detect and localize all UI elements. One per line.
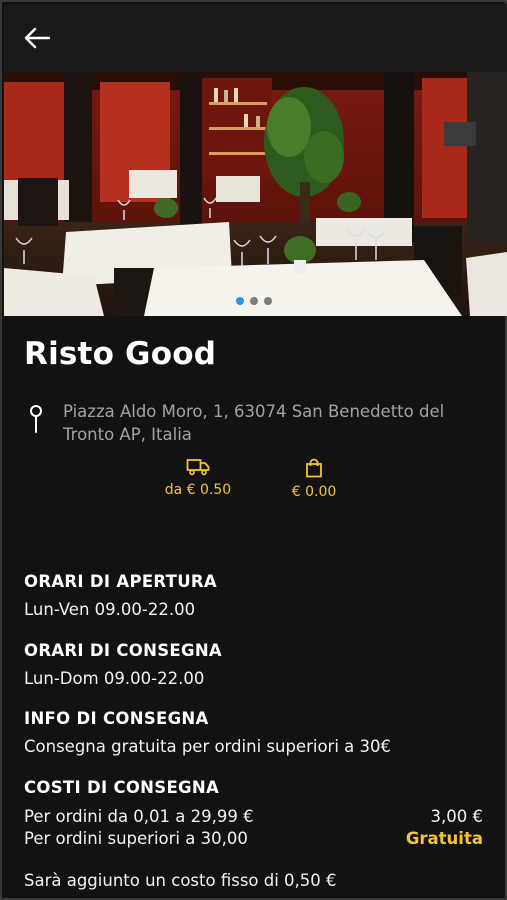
- cost-row-label: Per ordini superiori a 30,00: [24, 829, 248, 848]
- carousel-dot-active[interactable]: [235, 297, 244, 305]
- location-pin-icon: [30, 405, 42, 433]
- top-bar: [4, 4, 507, 72]
- carousel-dot[interactable]: [263, 297, 272, 305]
- opening-hours-title: ORARI DI APERTURA: [24, 572, 217, 591]
- cost-row-value: 3,00 €: [430, 807, 483, 826]
- restaurant-photo[interactable]: [4, 72, 507, 316]
- minimum-order-stat: € 0.00: [278, 458, 350, 500]
- delivery-info-title: INFO DI CONSEGNA: [24, 709, 209, 728]
- restaurant-address[interactable]: Piazza Aldo Moro, 1, 63074 San Benedetto…: [63, 400, 483, 446]
- restaurant-interior-image: [4, 72, 507, 316]
- delivery-hours-title: ORARI DI CONSEGNA: [24, 641, 222, 660]
- arrow-left-icon[interactable]: [22, 24, 52, 52]
- minimum-order-value: € 0.00: [291, 484, 337, 500]
- delivery-costs-title: COSTI DI CONSEGNA: [24, 778, 220, 797]
- carousel-indicators: [2, 290, 505, 309]
- delivery-info-value: Consegna gratuita per ordini superiori a…: [24, 737, 392, 756]
- opening-hours-value: Lun-Ven 09.00-22.00: [24, 600, 196, 619]
- cost-row-label: Per ordini da 0,01 a 29,99 €: [24, 807, 254, 826]
- delivery-cost-value: da € 0.50: [164, 482, 232, 498]
- app-screen: Risto Good Piazza Aldo Moro, 1, 63074 Sa…: [0, 0, 507, 900]
- delivery-cost-stat: da € 0.50: [158, 458, 238, 498]
- delivery-truck-icon: [186, 459, 210, 476]
- delivery-hours-value: Lun-Dom 09.00-22.00: [24, 669, 205, 688]
- cost-row-value-free: Gratuita: [405, 829, 483, 848]
- restaurant-name: Risto Good: [24, 336, 217, 372]
- carousel-dot[interactable]: [249, 297, 258, 305]
- shopping-bag-icon: [306, 458, 322, 478]
- fixed-fee-note: Sarà aggiunto un costo fisso di 0,50 €: [24, 871, 337, 890]
